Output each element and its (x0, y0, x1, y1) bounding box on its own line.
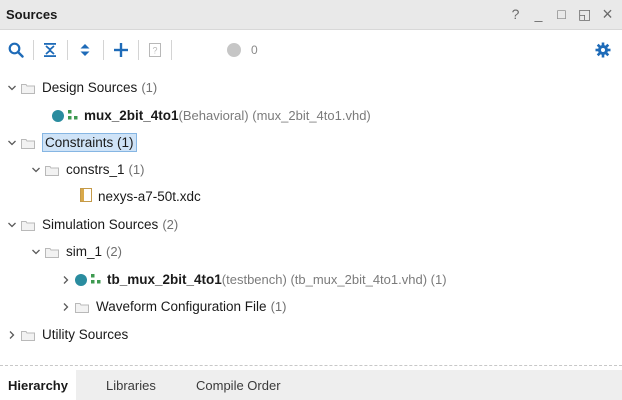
chevron-down-icon[interactable] (30, 164, 42, 176)
tree-node-utility-sources[interactable]: Utility Sources (0, 321, 622, 348)
svg-text:?: ? (152, 46, 157, 56)
status-dot-icon (224, 40, 244, 60)
close-button[interactable]: × (601, 5, 614, 23)
status-dot-icon (75, 273, 87, 286)
gear-icon[interactable] (593, 40, 613, 60)
help-button[interactable]: ? (509, 5, 522, 23)
tab-libraries[interactable]: Libraries (98, 370, 164, 400)
help-doc-icon[interactable]: ? (145, 40, 165, 60)
bottom-tab-bar: Hierarchy Libraries Compile Order (0, 370, 622, 400)
tree-node-constrs-1[interactable]: constrs_1 (1) (0, 156, 622, 183)
chevron-down-icon[interactable] (30, 246, 42, 258)
tree-node-tb-top[interactable]: tb_mux_2bit_4to1 (testbench) (tb_mux_2bi… (0, 266, 622, 293)
folder-icon (21, 219, 35, 231)
chevron-right-icon[interactable] (60, 274, 72, 286)
minimize-button[interactable]: _ (532, 5, 545, 23)
chevron-right-icon[interactable] (6, 329, 18, 341)
tree-node-sim-1[interactable]: sim_1 (2) (0, 238, 622, 265)
folder-icon (21, 82, 35, 94)
tab-compile-order[interactable]: Compile Order (188, 370, 289, 400)
chevron-down-icon[interactable] (6, 219, 18, 231)
restore-button[interactable]: □ (555, 5, 568, 23)
tab-hierarchy[interactable]: Hierarchy (0, 370, 76, 400)
tree-node-simulation-sources[interactable]: Simulation Sources (2) (0, 211, 622, 238)
status-count: 0 (251, 43, 258, 57)
xdc-file-icon (80, 188, 92, 205)
float-button[interactable]: ◱ (578, 5, 591, 23)
collapse-all-icon[interactable] (40, 40, 60, 60)
chevron-down-icon[interactable] (6, 137, 18, 149)
chevron-down-icon[interactable] (6, 82, 18, 94)
folder-icon (75, 301, 89, 313)
panel-divider (0, 365, 622, 366)
folder-icon (45, 164, 59, 176)
folder-icon (21, 329, 35, 341)
folder-icon (21, 137, 35, 149)
hierarchy-icon (68, 108, 78, 123)
folder-icon (45, 246, 59, 258)
panel-title: Sources (6, 7, 58, 22)
tree-node-design-top[interactable]: mux_2bit_4to1 (Behavioral) (mux_2bit_4to… (0, 102, 622, 129)
sources-tree: Design Sources (1) mux_2bit_4to1 (Behavi… (0, 74, 622, 352)
tree-node-design-sources[interactable]: Design Sources (1) (0, 74, 622, 101)
panel-title-bar: Sources ? _ □ ◱ × (0, 0, 622, 30)
window-controls: ? _ □ ◱ × (509, 5, 614, 23)
tree-node-xdc-file[interactable]: nexys-a7-50t.xdc (0, 183, 622, 210)
status-dot-icon (52, 109, 64, 122)
tree-node-constraints[interactable]: Constraints (1) (0, 129, 622, 156)
add-icon[interactable] (111, 40, 131, 60)
hierarchy-icon (91, 272, 101, 287)
chevron-right-icon[interactable] (60, 301, 72, 313)
search-icon[interactable] (6, 40, 26, 60)
selected-node-label: Constraints (1) (42, 133, 137, 152)
sources-toolbar: ? 0 (0, 30, 622, 70)
expand-all-icon[interactable] (75, 40, 95, 60)
tree-node-waveform-config[interactable]: Waveform Configuration File (1) (0, 293, 622, 320)
